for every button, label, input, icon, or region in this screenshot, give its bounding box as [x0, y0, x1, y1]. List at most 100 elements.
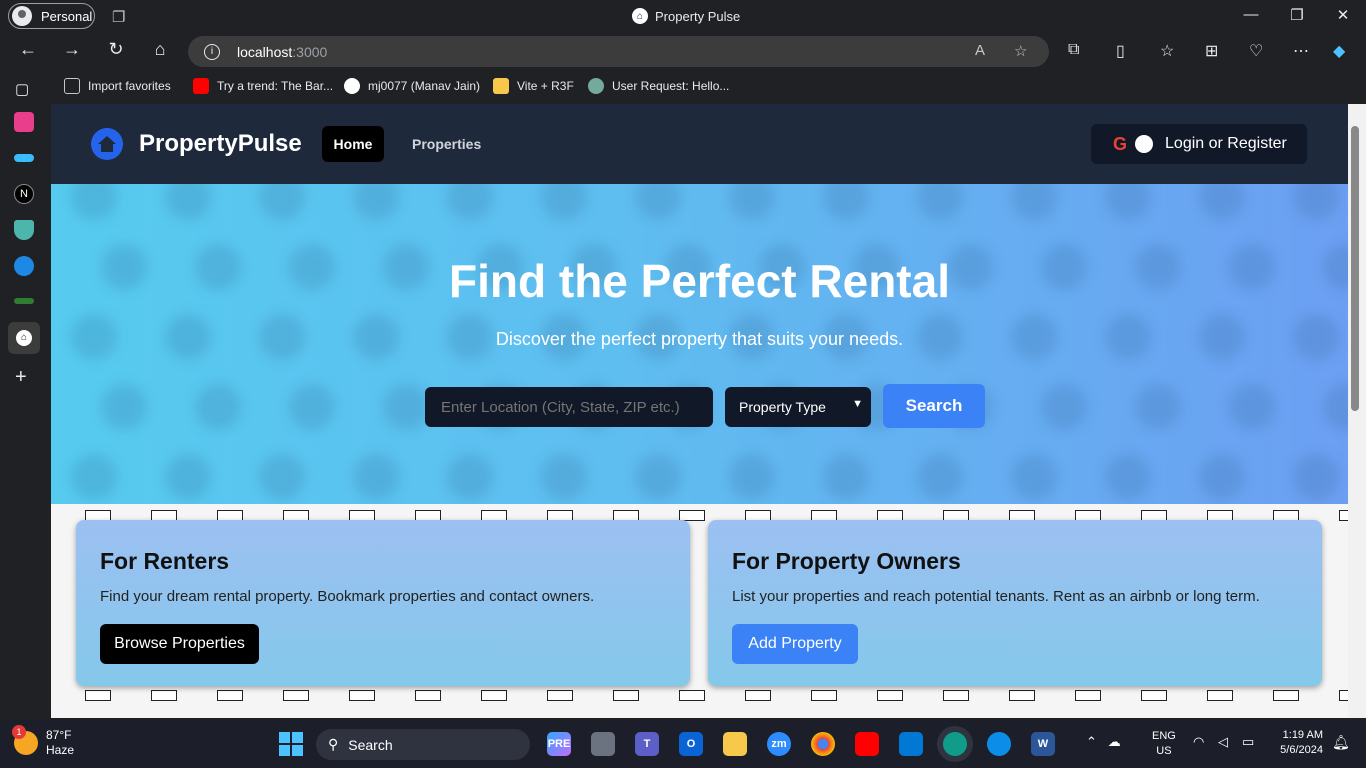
decorative-blob — [71, 184, 117, 220]
property-type-select[interactable]: Property Type ▼ — [725, 387, 871, 427]
read-aloud-icon[interactable]: A — [975, 42, 985, 59]
tab-figma-icon[interactable] — [14, 112, 34, 132]
decorative-house-sketch — [415, 690, 441, 701]
chrome-app-icon[interactable] — [811, 732, 835, 756]
weather-text: 87°F Haze — [46, 728, 75, 757]
system-tray[interactable]: ⌃ ☁ — [1086, 734, 1121, 750]
login-register-button[interactable]: G Login or Register — [1091, 124, 1307, 164]
decorative-blob — [447, 454, 493, 500]
notification-bell-icon[interactable]: 🔔︎ — [1332, 734, 1350, 751]
favorites-icon[interactable]: ☆ — [1160, 41, 1174, 61]
task-view-app-icon[interactable] — [591, 732, 615, 756]
decorative-blob — [71, 454, 117, 500]
brand-logo-icon[interactable] — [91, 128, 123, 160]
decorative-house-sketch — [1273, 690, 1299, 701]
zoom-app-icon[interactable]: zm — [767, 732, 791, 756]
edge-app-icon[interactable] — [987, 732, 1011, 756]
favorite-github[interactable]: mj0077 (Manav Jain) — [344, 78, 480, 94]
nav-properties-link[interactable]: Properties — [412, 136, 481, 152]
decorative-blob — [917, 184, 963, 220]
minimize-icon[interactable]: — — [1228, 6, 1274, 23]
renters-card-text: Find your dream rental property. Bookmar… — [100, 588, 595, 605]
collections-icon[interactable]: ⊞ — [1205, 41, 1218, 61]
decorative-house-sketch — [217, 690, 243, 701]
decorative-blob — [1293, 184, 1339, 220]
wifi-icon[interactable]: ◠ — [1193, 734, 1204, 750]
decorative-blob — [353, 184, 399, 220]
forward-icon[interactable]: → — [58, 39, 86, 60]
more-icon[interactable]: ⋯ — [1293, 41, 1309, 61]
decorative-blob — [1323, 384, 1348, 430]
favorite-folder[interactable]: Vite + R3F — [493, 78, 574, 94]
weather-badge: 1 — [12, 725, 26, 739]
profile-avatar-icon — [12, 6, 32, 26]
google-icon: G — [1113, 133, 1128, 154]
cloud-icon[interactable]: ☁ — [1108, 734, 1121, 749]
maximize-icon[interactable]: ❐ — [1274, 6, 1320, 24]
outlook-app-icon[interactable]: O — [679, 732, 703, 756]
vscode-app-icon[interactable] — [899, 732, 923, 756]
browse-properties-button[interactable]: Browse Properties — [100, 624, 259, 664]
edge-dev-app-icon[interactable] — [943, 732, 967, 756]
nav-home-link[interactable]: Home — [322, 126, 384, 162]
performance-icon[interactable]: ♡ — [1249, 41, 1263, 61]
brand-name[interactable]: PropertyPulse — [139, 130, 302, 158]
search-button[interactable]: Search — [883, 384, 985, 428]
home-icon[interactable]: ⌂ — [146, 39, 174, 60]
decorative-house-sketch — [1009, 690, 1035, 701]
volume-icon[interactable]: ◁ — [1218, 734, 1228, 750]
decorative-blob — [165, 454, 211, 500]
tab-actions-icon[interactable]: ▢ — [15, 80, 29, 98]
workspaces-icon[interactable]: ❐ — [112, 8, 125, 26]
decorative-blob — [823, 454, 869, 500]
page-scrollbar[interactable] — [1348, 104, 1366, 718]
extensions-icon[interactable]: ⧉ — [1068, 41, 1079, 59]
tab-property-pulse[interactable]: ⌂ — [8, 322, 40, 354]
youtube-app-icon[interactable] — [855, 732, 879, 756]
favorite-import[interactable]: Import favorites — [64, 78, 171, 94]
tab-globe-icon[interactable] — [14, 256, 34, 276]
profile-label: Personal — [41, 8, 93, 24]
language-indicator[interactable]: ENG US — [1152, 729, 1176, 759]
refresh-icon[interactable]: ↻ — [102, 39, 130, 60]
location-input[interactable] — [425, 387, 713, 427]
address-bar[interactable]: i localhost:3000 A ☆ — [188, 36, 1049, 67]
decorative-blob — [289, 384, 335, 430]
github-icon — [344, 78, 360, 94]
chevron-down-icon: ▼ — [852, 398, 863, 410]
chevron-up-icon[interactable]: ⌃ — [1086, 734, 1097, 749]
add-property-button[interactable]: Add Property — [732, 624, 858, 664]
profile-button[interactable]: Personal — [8, 3, 95, 29]
word-app-icon[interactable]: W — [1031, 732, 1055, 756]
taskbar-search[interactable]: ⚲ Search — [316, 729, 530, 760]
favorite-youtube[interactable]: Try a trend: The Bar... — [193, 78, 333, 94]
site-info-icon[interactable]: i — [204, 43, 220, 60]
new-tab-plus-icon[interactable]: + — [15, 366, 27, 389]
owners-card-text: List your properties and reach potential… — [732, 588, 1260, 605]
favorite-chatgpt[interactable]: User Request: Hello... — [588, 78, 729, 94]
tab-tailwind-icon[interactable] — [14, 154, 34, 162]
copilot-icon[interactable]: ◆ — [1333, 41, 1345, 61]
tab-nextjs-icon[interactable]: N — [14, 184, 34, 204]
tab-green-icon[interactable] — [14, 298, 34, 304]
decorative-house-sketch — [349, 690, 375, 701]
favorite-star-icon[interactable]: ☆ — [1014, 42, 1027, 60]
decorative-blob — [447, 184, 493, 220]
split-screen-icon[interactable]: ▯ — [1116, 41, 1125, 61]
decorative-blob — [1293, 454, 1339, 500]
decorative-blob — [541, 184, 587, 220]
copilot-pre-app-icon[interactable]: PRE — [547, 732, 571, 756]
decorative-blob — [1199, 184, 1245, 220]
battery-icon[interactable]: ▭ — [1242, 734, 1254, 750]
teams-app-icon[interactable]: T — [635, 732, 659, 756]
file-explorer-app-icon[interactable] — [723, 732, 747, 756]
back-icon[interactable]: ← — [14, 39, 42, 60]
tab-shield-icon[interactable] — [14, 220, 34, 240]
start-windows-icon[interactable] — [279, 732, 303, 756]
decorative-blob — [635, 454, 681, 500]
close-icon[interactable]: ✕ — [1320, 6, 1366, 24]
clock[interactable]: 1:19 AM 5/6/2024 — [1275, 728, 1323, 758]
decorative-house-sketch — [943, 690, 969, 701]
weather-widget[interactable]: 1 87°F Haze — [12, 725, 75, 758]
scrollbar-thumb[interactable] — [1351, 126, 1359, 411]
